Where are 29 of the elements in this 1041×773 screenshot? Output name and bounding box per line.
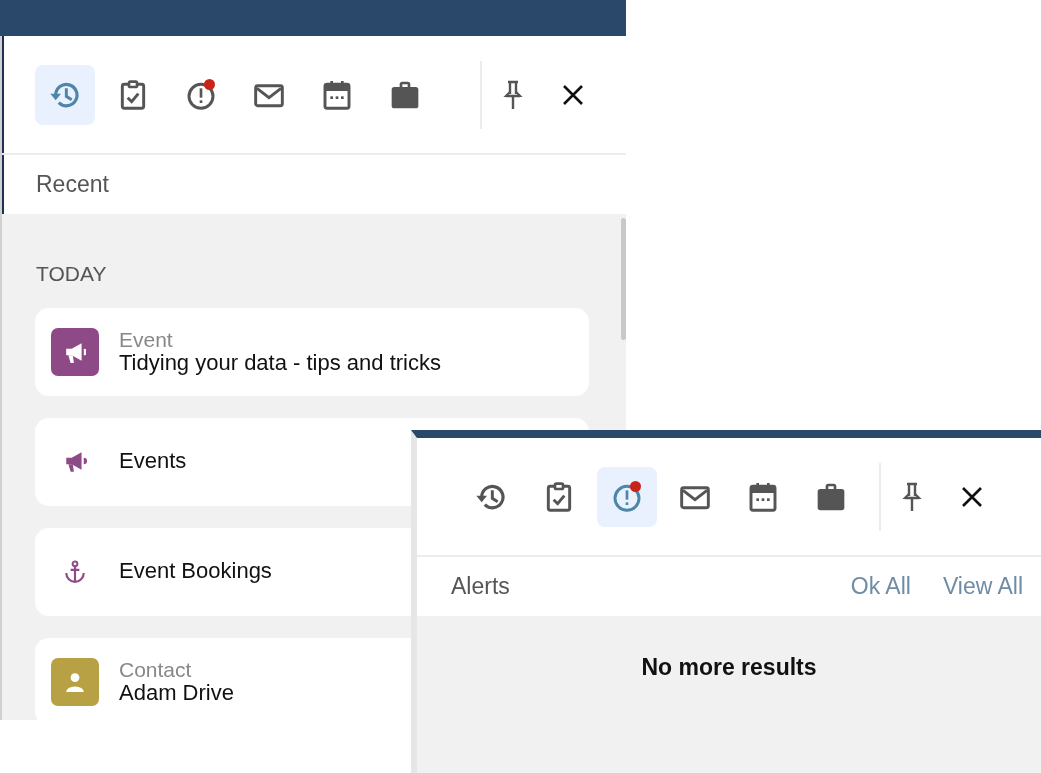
pin-button[interactable]: [901, 481, 923, 512]
pin-icon: [502, 79, 524, 110]
item-type: Event: [119, 327, 174, 351]
action-link[interactable]: Ok All: [850, 569, 911, 604]
person-icon: [64, 670, 86, 693]
item-name: Adam Drive: [119, 680, 234, 706]
empty-message: No more results: [640, 653, 818, 682]
notification-dot: [204, 78, 215, 90]
tab-button[interactable]: [35, 64, 95, 125]
calendar-icon: [321, 78, 353, 111]
section-heading: TODAY: [36, 261, 107, 287]
megaphone-icon: [64, 340, 86, 363]
recent-item[interactable]: Event Tidying your data - tips and tricks: [35, 307, 589, 396]
close-button[interactable]: [961, 485, 983, 508]
item-name: Tidying your data - tips and tricks: [119, 350, 441, 376]
close-button[interactable]: [562, 83, 584, 106]
calendar-icon: [747, 480, 779, 513]
panel-title: Recent: [36, 170, 109, 200]
item-name: Events: [119, 449, 187, 474]
panel-title: Alerts: [451, 572, 510, 602]
action-link[interactable]: View All: [942, 569, 1023, 604]
close-icon: [961, 485, 983, 508]
item-type: Contact: [119, 657, 193, 681]
tab-button[interactable]: [597, 466, 657, 527]
close-icon: [562, 83, 584, 106]
pin-button[interactable]: [502, 79, 524, 110]
pin-icon: [901, 481, 923, 512]
notification-dot: [630, 480, 641, 492]
item-name: Event Bookings: [119, 559, 272, 584]
